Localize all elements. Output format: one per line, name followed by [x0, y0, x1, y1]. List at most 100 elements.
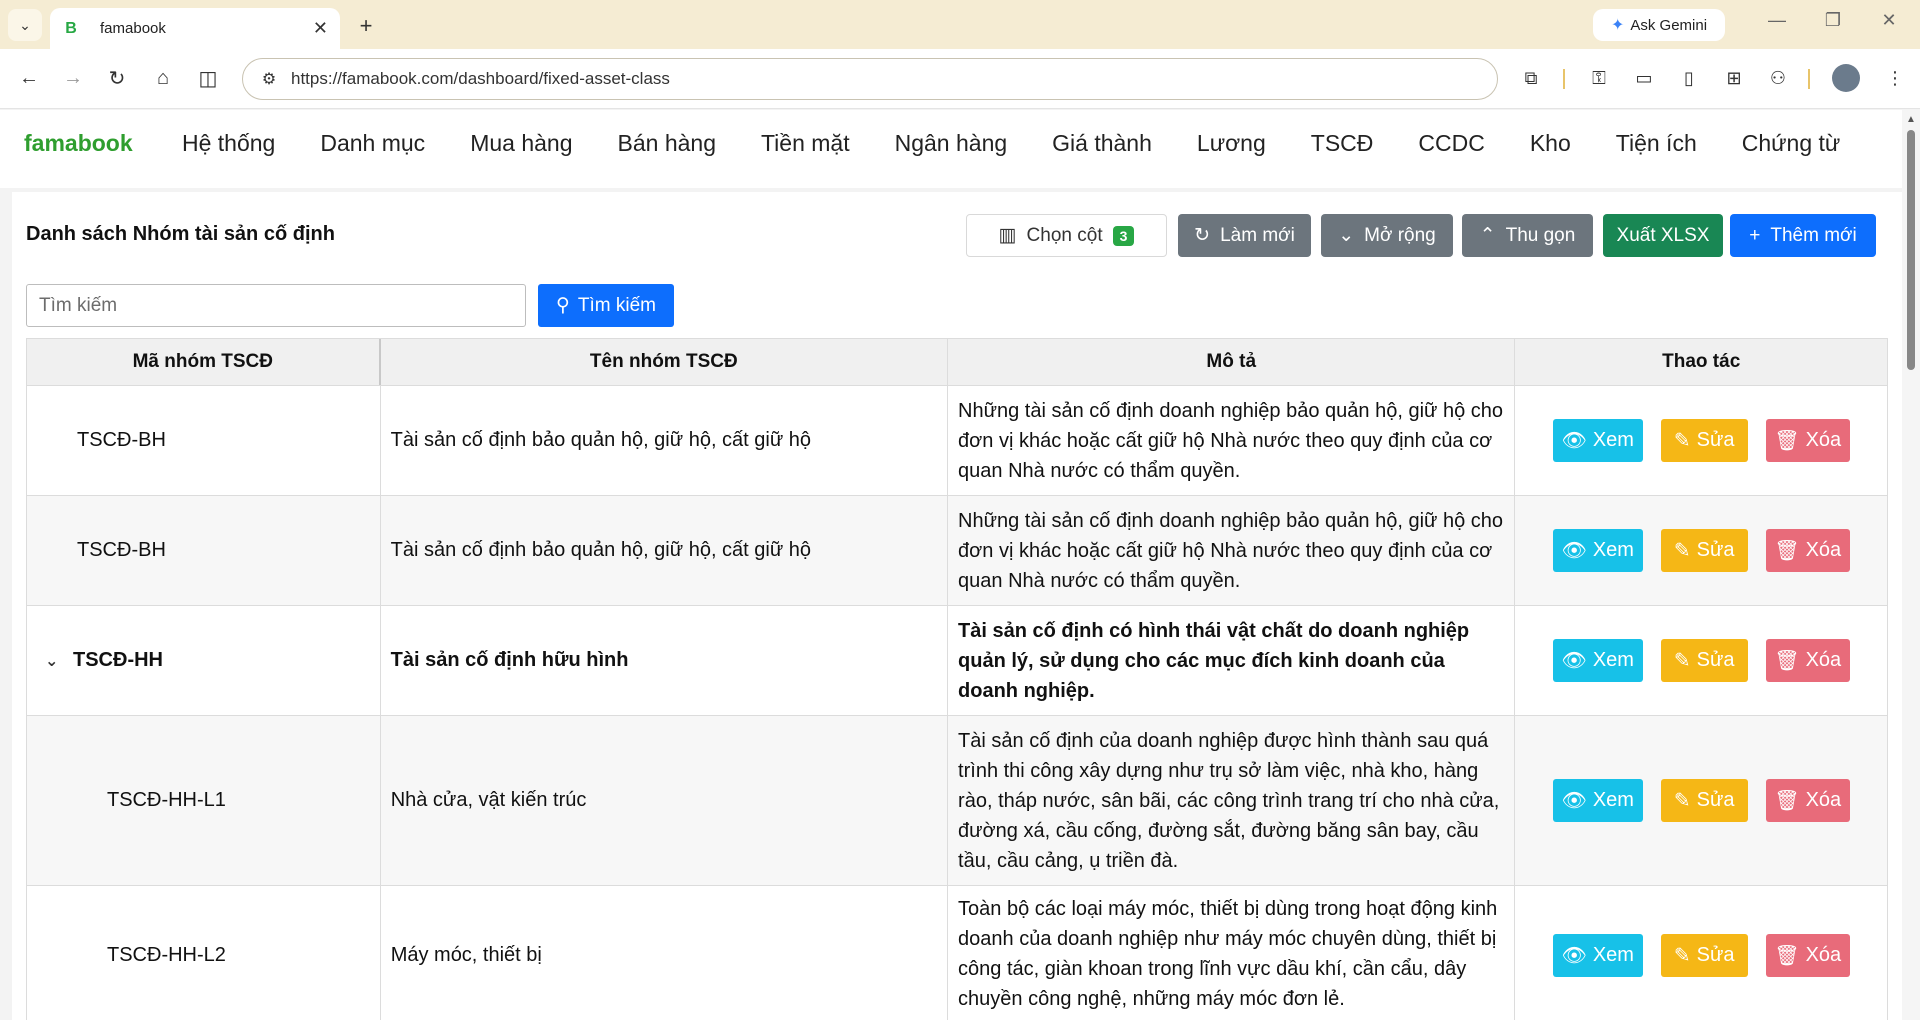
main-menu: Hệ thống Danh mục Mua hàng Bán hàng Tiền…	[182, 130, 1885, 157]
cell-name: Tài sản cố định bảo quản hộ, giữ hộ, cất…	[381, 386, 949, 495]
tab-title: famabook	[100, 20, 166, 37]
edit-label: Sửa	[1696, 789, 1735, 811]
menu-item-chung-tu[interactable]: Chứng từ	[1742, 130, 1841, 157]
scroll-up-arrow-icon[interactable]: ▲	[1906, 114, 1916, 125]
refresh-button[interactable]: ↻ Làm mới	[1178, 214, 1311, 257]
restore-window-button[interactable]: ❐	[1818, 10, 1848, 31]
cell-description: Tài sản cố định của doanh nghiệp được hì…	[948, 716, 1516, 885]
table-row[interactable]: TSCĐ-BH Tài sản cố định bảo quản hộ, giữ…	[27, 496, 1887, 606]
cell-actions: 👁 Xem ✎ Sửa 🗑 Xóa	[1515, 886, 1887, 1020]
page-scrollbar[interactable]: ▲	[1902, 110, 1920, 1020]
menu-item-tscd[interactable]: TSCĐ	[1311, 130, 1374, 157]
reading-mode-icon[interactable]: ▯	[1674, 63, 1704, 93]
view-button[interactable]: 👁 Xem	[1552, 419, 1643, 462]
table-row-parent[interactable]: ⌄ TSCĐ-HH Tài sản cố định hữu hình Tài s…	[27, 606, 1887, 716]
incognito-icon[interactable]: ⚇	[1763, 63, 1793, 93]
search-button[interactable]: ⚲ Tìm kiếm	[538, 284, 674, 327]
new-tab-button[interactable]: +	[352, 12, 380, 40]
collapse-all-button[interactable]: ⌃ Thu gọn	[1462, 214, 1593, 257]
cell-actions: 👁 Xem ✎ Sửa 🗑 Xóa	[1515, 606, 1887, 715]
menu-item-tien-ich[interactable]: Tiện ích	[1616, 130, 1697, 157]
menu-item-tien-mat[interactable]: Tiền mặt	[761, 130, 850, 157]
reload-button[interactable]: ↻	[102, 63, 132, 93]
edit-button[interactable]: ✎ Sửa	[1660, 419, 1748, 462]
extensions-icon[interactable]: ⧉	[1516, 63, 1546, 93]
column-header-name[interactable]: Tên nhóm TSCĐ	[381, 339, 949, 385]
edit-button[interactable]: ✎ Sửa	[1660, 779, 1748, 822]
ask-gemini-button[interactable]: ✦ Ask Gemini	[1593, 9, 1725, 41]
columns-icon: ▥	[998, 225, 1017, 246]
brand-logo[interactable]: famabook	[24, 130, 133, 157]
menu-item-ccdc[interactable]: CCDC	[1418, 130, 1484, 157]
address-bar[interactable]: ⚙ https://famabook.com/dashboard/fixed-a…	[242, 58, 1498, 100]
cell-actions: 👁 Xem ✎ Sửa 🗑 Xóa	[1515, 716, 1887, 885]
expand-all-button[interactable]: ⌄ Mở rộng	[1321, 214, 1453, 257]
menu-item-ban-hang[interactable]: Bán hàng	[618, 130, 716, 157]
collapse-label: Thu gọn	[1505, 224, 1576, 246]
search-input[interactable]	[26, 284, 526, 327]
eye-icon: 👁	[1561, 540, 1587, 562]
profile-avatar[interactable]	[1832, 64, 1860, 92]
delete-button[interactable]: 🗑 Xóa	[1765, 419, 1850, 462]
menu-item-danh-muc[interactable]: Danh mục	[320, 130, 425, 157]
cell-description: Tài sản cố định có hình thái vật chất do…	[948, 606, 1516, 715]
table-row[interactable]: TSCĐ-HH-L2 Máy móc, thiết bị Toàn bộ các…	[27, 886, 1887, 1020]
delete-button[interactable]: 🗑 Xóa	[1765, 934, 1850, 977]
table-row[interactable]: TSCĐ-BH Tài sản cố định bảo quản hộ, giữ…	[27, 386, 1887, 496]
edit-button[interactable]: ✎ Sửa	[1660, 639, 1748, 682]
refresh-icon: ↻	[1194, 225, 1211, 246]
column-header-code[interactable]: Mã nhóm TSCĐ	[27, 339, 381, 385]
menu-item-he-thong[interactable]: Hệ thống	[182, 130, 275, 157]
cell-name: Tài sản cố định hữu hình	[381, 606, 949, 715]
close-window-button[interactable]: ✕	[1874, 10, 1904, 31]
split-view-button[interactable]: ◫	[193, 63, 223, 93]
tab-layout-icon[interactable]: ⊞	[1719, 63, 1749, 93]
pencil-icon: ✎	[1673, 790, 1691, 812]
home-button[interactable]: ⌂	[148, 63, 178, 93]
double-chevron-up-icon: ⌃	[1479, 225, 1496, 246]
view-button[interactable]: 👁 Xem	[1552, 639, 1643, 682]
export-xlsx-button[interactable]: Xuất XLSX	[1603, 214, 1723, 257]
delete-button[interactable]: 🗑 Xóa	[1765, 779, 1850, 822]
tab-list-button[interactable]: ⌄	[8, 9, 42, 41]
add-new-button[interactable]: + Thêm mới	[1730, 214, 1876, 257]
delete-button[interactable]: 🗑 Xóa	[1765, 529, 1850, 572]
column-header-actions: Thao tác	[1662, 351, 1741, 372]
toolbar-divider	[1808, 69, 1810, 89]
password-key-icon[interactable]: ⚿	[1584, 63, 1614, 93]
view-button[interactable]: 👁 Xem	[1552, 779, 1643, 822]
table-row[interactable]: TSCĐ-HH-L1 Nhà cửa, vật kiến trúc Tài sả…	[27, 716, 1887, 886]
view-label: Xem	[1592, 944, 1634, 966]
columns-count-badge: 3	[1112, 225, 1135, 246]
edit-button[interactable]: ✎ Sửa	[1660, 529, 1748, 572]
top-navigation: famabook Hệ thống Danh mục Mua hàng Bán …	[0, 110, 1902, 188]
browser-tab[interactable]: B famabook ✕	[50, 8, 340, 49]
delete-button[interactable]: 🗑 Xóa	[1765, 639, 1850, 682]
back-button[interactable]: ←	[14, 63, 44, 93]
trash-icon: 🗑	[1774, 790, 1800, 812]
column-header-description[interactable]: Mô tả	[948, 339, 1516, 385]
choose-columns-button[interactable]: ▥ Chọn cột 3	[966, 214, 1167, 257]
browser-menu-icon[interactable]: ⋮	[1880, 63, 1910, 93]
edit-button[interactable]: ✎ Sửa	[1660, 934, 1748, 977]
minimize-window-button[interactable]: —	[1762, 10, 1792, 31]
close-tab-icon[interactable]: ✕	[313, 18, 328, 39]
menu-item-ngan-hang[interactable]: Ngân hàng	[895, 130, 1008, 157]
forward-button[interactable]: →	[58, 63, 88, 93]
payment-card-icon[interactable]: ▭	[1629, 63, 1659, 93]
trash-icon: 🗑	[1774, 540, 1800, 562]
pencil-icon: ✎	[1673, 430, 1691, 452]
trash-icon: 🗑	[1774, 430, 1800, 452]
view-button[interactable]: 👁 Xem	[1552, 934, 1643, 977]
view-button[interactable]: 👁 Xem	[1552, 529, 1643, 572]
menu-item-kho[interactable]: Kho	[1530, 130, 1571, 157]
scrollbar-thumb[interactable]	[1907, 130, 1915, 370]
menu-item-luong[interactable]: Lương	[1197, 130, 1266, 157]
collapse-row-chevron-icon[interactable]: ⌄	[45, 651, 73, 671]
menu-item-gia-thanh[interactable]: Giá thành	[1052, 130, 1152, 157]
cell-code: TSCĐ-HH-L1	[27, 716, 381, 885]
edit-label: Sửa	[1696, 944, 1735, 966]
menu-item-mua-hang[interactable]: Mua hàng	[470, 130, 572, 157]
cell-description: Toàn bộ các loại máy móc, thiết bị dùng …	[948, 886, 1516, 1020]
site-info-icon[interactable]: ⚙	[249, 69, 289, 89]
